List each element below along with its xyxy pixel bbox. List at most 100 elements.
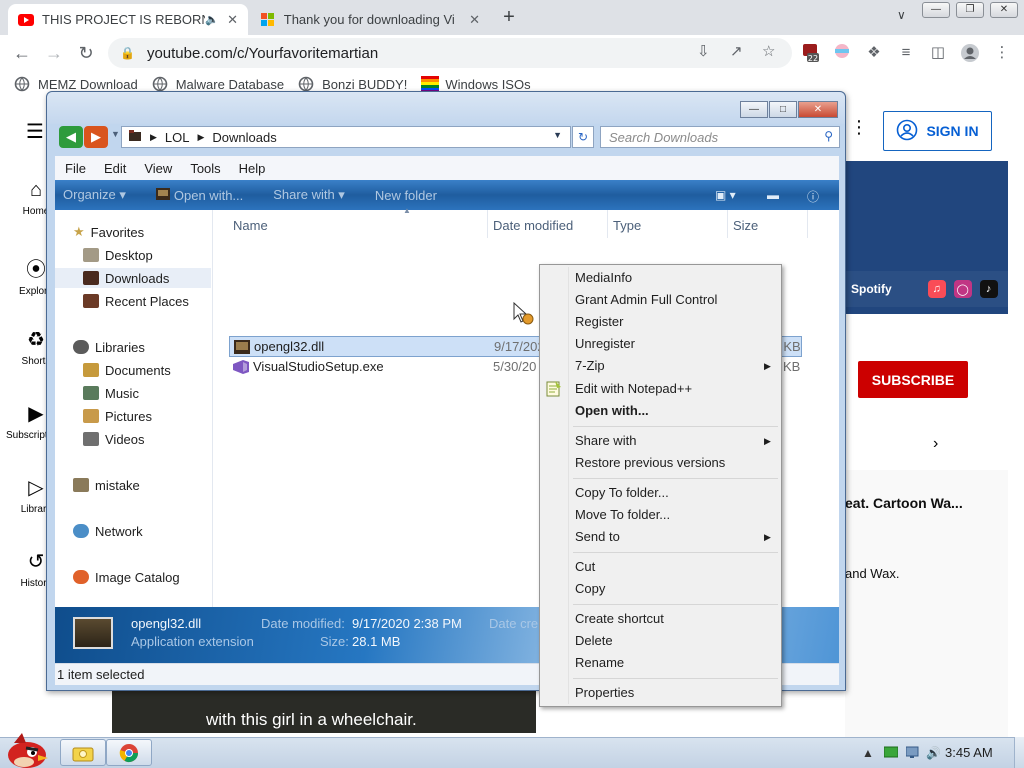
forward-arrow-icon[interactable]: → (42, 41, 66, 65)
address-bar[interactable]: 🔒 youtube.com/c/Yourfavoritemartian (108, 38, 792, 68)
menu-tools[interactable]: Tools (190, 161, 220, 176)
recent-pages-icon[interactable]: ▼ (111, 129, 120, 139)
dropdown-arrow-icon[interactable]: ▼ (553, 130, 562, 140)
nav-favorites[interactable]: ★ Favorites (73, 222, 144, 242)
menu-help[interactable]: Help (239, 161, 266, 176)
close-tab-icon[interactable]: ✕ (227, 12, 238, 28)
taskbar-explorer-button[interactable] (60, 739, 106, 766)
spotify-link[interactable]: Spotify (851, 282, 892, 296)
explorer-minimize-button[interactable]: — (740, 101, 768, 118)
start-button[interactable] (4, 731, 50, 768)
nav-libraries[interactable]: Libraries (73, 337, 145, 357)
menu-item-open-with[interactable]: Open with... (575, 403, 649, 418)
column-name[interactable]: Name (233, 218, 268, 233)
help-icon[interactable]: ⓘ (807, 188, 819, 205)
search-icon[interactable]: ⚲ (824, 129, 833, 143)
video-title[interactable]: eat. Cartoon Wa... (845, 495, 963, 511)
taskbar-clock[interactable]: 3:45 AM (945, 745, 993, 760)
media-queue-icon[interactable]: ≡ (896, 43, 916, 63)
breadcrumb-separator[interactable]: ▶ (198, 132, 205, 143)
organize-button[interactable]: Organize ▾ (63, 187, 126, 203)
share-icon[interactable]: ↗ (730, 42, 743, 60)
explorer-close-button[interactable]: ✕ (798, 101, 838, 118)
menu-item-register[interactable]: Register (575, 314, 623, 329)
flag-extension-icon[interactable] (832, 43, 852, 63)
menu-edit[interactable]: Edit (104, 161, 126, 176)
nav-recent-places[interactable]: Recent Places (83, 291, 189, 311)
install-icon[interactable]: ⇩ (697, 42, 710, 60)
bookmark-malware-database[interactable]: Malware Database (152, 76, 284, 92)
menu-item-unregister[interactable]: Unregister (575, 336, 635, 351)
menu-item-cut[interactable]: Cut (575, 559, 595, 574)
nav-image-catalog[interactable]: Image Catalog (73, 567, 180, 587)
chevron-right-icon[interactable]: › (933, 435, 938, 453)
restore-button[interactable]: ❐ (956, 2, 984, 18)
network-tray-icon[interactable] (905, 746, 922, 761)
instagram-icon[interactable]: ◯ (953, 280, 972, 298)
apple-music-icon[interactable]: ♫ (927, 280, 946, 298)
column-type[interactable]: Type (613, 218, 641, 233)
nav-desktop[interactable]: Desktop (83, 245, 153, 265)
menu-item-send-to[interactable]: Send to (575, 529, 620, 544)
minimize-button[interactable]: — (922, 2, 950, 18)
new-tab-button[interactable]: + (498, 6, 520, 28)
tray-expand-icon[interactable]: ▲ (862, 746, 874, 760)
star-icon[interactable]: ☆ (762, 42, 775, 60)
menu-item-create-shortcut[interactable]: Create shortcut (575, 611, 664, 626)
bookmark-memz[interactable]: MEMZ Download (14, 76, 138, 92)
back-arrow-icon[interactable]: ← (10, 41, 34, 65)
column-divider[interactable] (727, 210, 728, 238)
column-divider[interactable] (607, 210, 608, 238)
menu-item-mediainfo[interactable]: MediaInfo (575, 270, 632, 285)
sign-in-button[interactable]: SIGN IN (883, 111, 992, 151)
show-desktop-button[interactable] (1014, 737, 1024, 768)
tiktok-icon[interactable]: ♪ (979, 280, 998, 298)
nav-documents[interactable]: Documents (83, 360, 171, 380)
menu-item-properties[interactable]: Properties (575, 685, 634, 700)
subscribe-button[interactable]: SUBSCRIBE (858, 361, 968, 398)
close-tab-icon[interactable]: ✕ (469, 12, 480, 28)
nav-music[interactable]: Music (83, 383, 139, 403)
tab-microsoft[interactable]: Thank you for downloading Vi ✕ (250, 4, 490, 35)
tab-youtube[interactable]: THIS PROJECT IS REBORN 🔈 ✕ (8, 4, 248, 35)
taskbar-chrome-button[interactable] (106, 739, 152, 766)
breadcrumb-item[interactable]: LOL (165, 130, 190, 145)
search-input[interactable]: Search Downloads ⚲ (600, 126, 840, 148)
menu-item-move-to[interactable]: Move To folder... (575, 507, 670, 522)
side-panel-icon[interactable]: ◫ (928, 43, 948, 63)
column-size[interactable]: Size (733, 218, 758, 233)
new-folder-button[interactable]: New folder (375, 188, 437, 203)
volume-icon[interactable]: 🔊 (926, 746, 941, 760)
breadcrumb-separator[interactable]: ▶ (150, 132, 157, 143)
explorer-maximize-button[interactable]: □ (769, 101, 797, 118)
menu-file[interactable]: File (65, 161, 86, 176)
profile-icon[interactable] (960, 43, 980, 63)
menu-view[interactable]: View (144, 161, 172, 176)
nav-downloads[interactable]: Downloads (55, 268, 211, 288)
nav-mistake[interactable]: mistake (73, 475, 140, 495)
nav-videos[interactable]: Videos (83, 429, 145, 449)
chevron-down-icon[interactable]: ∨ (897, 8, 906, 22)
back-icon[interactable]: ◀ (59, 126, 83, 148)
menu-item-copy-to[interactable]: Copy To folder... (575, 485, 669, 500)
view-options-icon[interactable]: ▣ ▾ (715, 188, 736, 202)
breadcrumb-item[interactable]: Downloads (212, 130, 276, 145)
preview-pane-icon[interactable]: ▬ (767, 188, 779, 202)
hamburger-menu-icon[interactable]: ☰ (26, 119, 44, 144)
reload-icon[interactable]: ↻ (74, 41, 98, 65)
open-with-button[interactable]: Open with... (155, 187, 243, 203)
column-date-modified[interactable]: Date modified (493, 218, 573, 233)
explorer-titlebar[interactable]: — □ ✕ (47, 92, 845, 124)
menu-item-delete[interactable]: Delete (575, 633, 613, 648)
speaker-icon[interactable]: 🔈 (205, 13, 219, 26)
lock-icon[interactable]: 🔒 (120, 46, 135, 60)
forward-icon[interactable]: ▶ (84, 126, 108, 148)
menu-item-share-with[interactable]: Share with (575, 433, 636, 448)
menu-item-copy[interactable]: Copy (575, 581, 605, 596)
menu-item-grant-admin[interactable]: Grant Admin Full Control (575, 292, 717, 307)
nav-network[interactable]: Network (73, 521, 143, 541)
kebab-menu-icon[interactable]: ⋮ (992, 43, 1012, 63)
column-divider[interactable] (807, 210, 808, 238)
breadcrumb[interactable]: ▶ LOL ▶ Downloads ▼ (121, 126, 571, 148)
battery-icon[interactable] (883, 746, 899, 761)
